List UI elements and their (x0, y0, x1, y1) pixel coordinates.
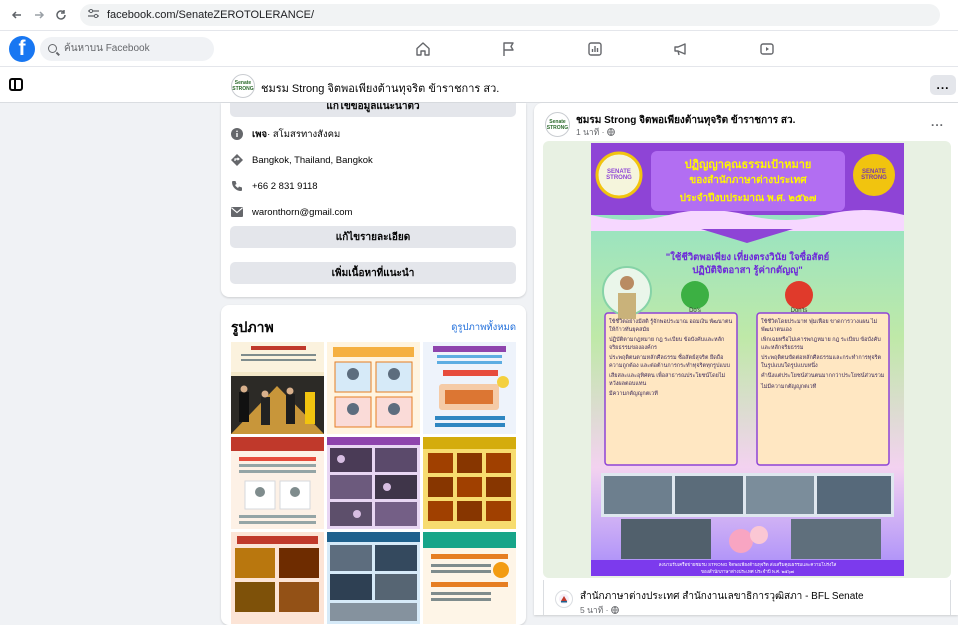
search-placeholder: ค้นหาบน Facebook (64, 43, 150, 54)
post-more-options-button[interactable]: ... (931, 115, 944, 129)
senate-logo-icon[interactable] (555, 590, 573, 608)
photo-thumbnail[interactable] (327, 532, 420, 624)
phone-icon (231, 180, 243, 192)
dos-label: Do's (689, 308, 701, 314)
more-options-button[interactable]: ... (930, 75, 956, 95)
search-icon (48, 44, 57, 53)
donts-label: Don'ts (790, 308, 808, 314)
dos-item: ใช้ชีวิตอย่างมีสติ รู้จักพอประมาณ ออมเงิ… (609, 319, 733, 333)
post-image[interactable]: SENATE STRONG SENATE STRONG ปฏิญญาคุณธรร… (543, 141, 951, 578)
donts-item: ไม่มีความกตัญญูกตเวที (761, 383, 817, 390)
photos-title: รูปภาพ (231, 319, 274, 335)
globe-icon (610, 606, 619, 615)
address-bar[interactable]: facebook.com/SenateZEROTOLERANCE/ (80, 4, 940, 26)
intro-location: Bangkok, Thailand, Bangkok (231, 153, 373, 167)
poster-footer-2: ของสำนักภาษาต่างประเทศ ประจำปี พ.ศ. ๒๕๖๗ (700, 569, 795, 574)
email-icon (231, 206, 243, 218)
post-timestamp[interactable]: 1 นาที · (576, 125, 615, 139)
poster-logo-left: SENATE STRONG (606, 169, 632, 181)
browser-toolbar: facebook.com/SenateZEROTOLERANCE/ (0, 0, 958, 31)
ad-center-icon[interactable] (638, 31, 724, 67)
phone-text: +66 2 831 9118 (252, 180, 318, 192)
url-text: facebook.com/SenateZEROTOLERANCE/ (107, 9, 315, 21)
dos-item: มีความกตัญญูกตเวที (609, 391, 658, 397)
page-header: Senate STRONG ชมรม Strong จิตพอเพียงต้าน… (0, 67, 958, 103)
dos-item: ประพฤติตนตามหลักศีลธรรม ซื่อสัตย์สุจริต … (609, 355, 731, 369)
photo-thumbnail[interactable] (423, 342, 516, 434)
shared-post-header: สำนักภาษาต่างประเทศ สำนักงานเลขาธิการวุฒ… (543, 580, 951, 615)
post-card: Senate STRONG ชมรม Strong จิตพอเพียงต้าน… (534, 103, 958, 615)
page-title[interactable]: ชมรม Strong จิตพอเพียงต้านทุจริต ข้าราชก… (261, 79, 499, 97)
video-icon[interactable] (724, 31, 810, 67)
add-featured-button[interactable]: เพิ่มเนื้อหาที่แนะนำ (230, 262, 516, 284)
donts-item: คำนึงแต่ประโยชน์ส่วนตนมากกว่าประโยชน์ส่ว… (761, 373, 885, 379)
shared-time-text: 5 นาที · (580, 605, 611, 615)
reload-icon[interactable] (52, 6, 70, 24)
poster-title-2: ของสำนักภาษาต่างประเทศ (689, 175, 807, 186)
nav-icon-group (380, 31, 810, 67)
poster-title-3: ประจำปีงบประมาณ พ.ศ. ๒๕๖๗ (679, 193, 817, 204)
search-input[interactable]: ค้นหาบน Facebook (40, 36, 214, 61)
photo-thumbnail[interactable] (231, 342, 324, 434)
location-icon (231, 154, 243, 166)
donts-item: ประพฤติตนขัดต่อหลักศีลธรรมและกระทำการทุจ… (761, 355, 882, 369)
photo-thumbnail[interactable] (423, 532, 516, 624)
photo-thumbnail[interactable] (231, 532, 324, 624)
sidebar-toggle-icon[interactable] (9, 78, 23, 91)
photo-thumbnail[interactable] (231, 437, 324, 529)
shared-author-name[interactable]: สำนักภาษาต่างประเทศ สำนักงานเลขาธิการวุฒ… (580, 589, 864, 604)
edit-bio-button[interactable]: แก้ไขข้อมูลแนะนำตัว (230, 103, 516, 117)
intro-category: เพจ · สโมสรทางสังคม (231, 127, 340, 141)
dos-list: ใช้ชีวิตอย่างมีสติ รู้จักพอประมาณ ออมเงิ… (609, 319, 733, 399)
facebook-logo-icon[interactable]: f (9, 35, 35, 62)
intro-email: waronthorn@gmail.com (231, 205, 352, 219)
facebook-top-nav: f ค้นหาบน Facebook (0, 31, 958, 67)
dos-item: ปฏิบัติตามกฎหมาย กฎ ระเบียบ ข้อบังคับและ… (609, 337, 725, 351)
poster-graphic: SENATE STRONG SENATE STRONG ปฏิญญาคุณธรร… (591, 143, 904, 576)
location-text[interactable]: Bangkok, Thailand, Bangkok (252, 155, 373, 166)
photo-thumbnail[interactable] (327, 342, 420, 434)
poster-footer-1: ลงนามรับเครือข่ายชมรม STRONG จิตพอเพียงต… (658, 562, 837, 567)
donts-item: เพิกเฉยหรือไม่เคารพกฎหมาย กฎ ระเบียบ ข้อ… (761, 337, 881, 351)
donts-list: ใช้ชีวิตโดยประมาท ฟุ่มเฟือย ขาดการวางแผน… (761, 319, 885, 391)
intro-phone: +66 2 831 9118 (231, 179, 318, 193)
photo-thumbnail[interactable] (327, 437, 420, 529)
site-settings-icon[interactable] (88, 8, 99, 21)
donts-item: ใช้ชีวิตโดยประมาท ฟุ่มเฟือย ขาดการวางแผน… (761, 319, 878, 333)
poster-slogan-2: ปฏิบัติจิตอาสา รู้ค่ากตัญญู" (692, 265, 803, 276)
arrow-right-icon[interactable] (30, 6, 48, 24)
category-text: · สโมสรทางสังคม (267, 128, 341, 140)
pages-flag-icon[interactable] (466, 31, 552, 67)
home-icon[interactable] (380, 31, 466, 67)
shared-timestamp[interactable]: 5 นาที · (580, 603, 619, 615)
poster-title-1: ปฏิญญาคุณธรรมเป้าหมาย (684, 159, 812, 171)
dashboard-icon[interactable] (552, 31, 638, 67)
photo-thumbnail[interactable] (423, 437, 516, 529)
poster-logo-right: SENATE STRONG (861, 169, 887, 181)
globe-icon (606, 128, 615, 138)
post-author-avatar[interactable]: Senate STRONG (545, 112, 570, 137)
dos-item: เสียสละและอุทิศตน เพื่อสาธารณประโยชน์โดย… (609, 373, 726, 387)
post-time-text: 1 นาที · (576, 127, 607, 137)
info-icon (231, 128, 243, 140)
photos-card: รูปภาพ ดูรูปภาพทั้งหมด (221, 305, 526, 625)
intro-card: แก้ไขข้อมูลแนะนำตัว เพจ · สโมสรทางสังคม … (221, 103, 526, 297)
email-text[interactable]: waronthorn@gmail.com (252, 207, 352, 218)
edit-details-button[interactable]: แก้ไขรายละเอียด (230, 226, 516, 248)
arrow-left-icon[interactable] (8, 6, 26, 24)
category-prefix: เพจ (252, 128, 268, 140)
page-avatar[interactable]: Senate STRONG (231, 74, 255, 98)
see-all-photos-link[interactable]: ดูรูปภาพทั้งหมด (451, 320, 516, 335)
